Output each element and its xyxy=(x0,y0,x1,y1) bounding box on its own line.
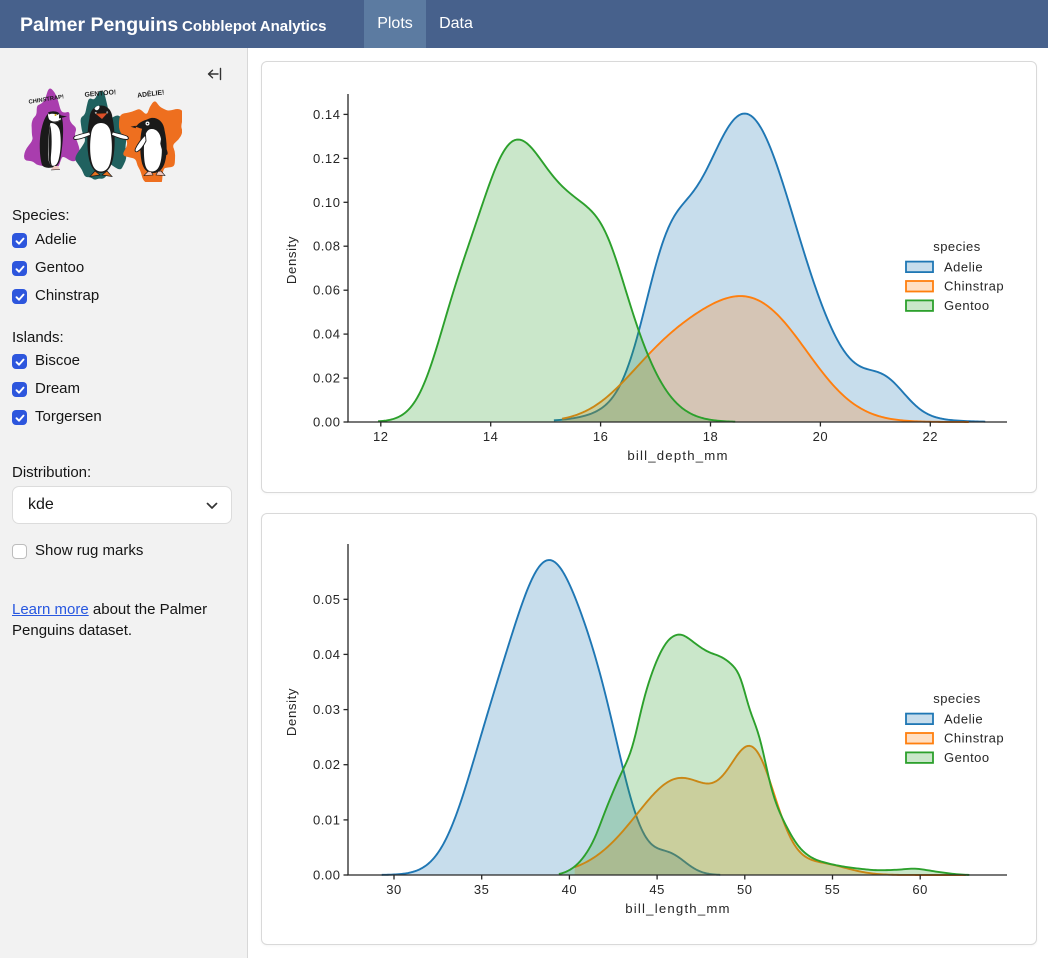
svg-text:0.10: 0.10 xyxy=(313,195,341,210)
svg-text:0.02: 0.02 xyxy=(313,371,341,386)
svg-text:0.08: 0.08 xyxy=(313,239,341,254)
svg-text:20: 20 xyxy=(813,429,829,444)
svg-text:0.01: 0.01 xyxy=(313,812,341,827)
svg-text:30: 30 xyxy=(386,882,402,897)
svg-text:Density: Density xyxy=(284,236,299,284)
svg-text:bill_depth_mm: bill_depth_mm xyxy=(627,448,728,463)
svg-text:Chinstrap: Chinstrap xyxy=(944,279,1004,294)
svg-text:Chinstrap: Chinstrap xyxy=(944,731,1004,746)
svg-text:species: species xyxy=(933,691,981,706)
svg-text:0.12: 0.12 xyxy=(313,151,341,166)
svg-text:14: 14 xyxy=(483,429,499,444)
svg-text:Adelie: Adelie xyxy=(944,711,983,726)
svg-text:0.02: 0.02 xyxy=(313,757,341,772)
svg-text:Gentoo: Gentoo xyxy=(944,298,990,313)
svg-text:species: species xyxy=(933,239,981,254)
svg-text:bill_length_mm: bill_length_mm xyxy=(625,901,731,916)
svg-text:0.06: 0.06 xyxy=(313,283,341,298)
svg-text:Gentoo: Gentoo xyxy=(944,750,990,765)
svg-text:45: 45 xyxy=(649,882,665,897)
svg-text:18: 18 xyxy=(703,429,719,444)
svg-text:60: 60 xyxy=(912,882,928,897)
svg-text:35: 35 xyxy=(474,882,490,897)
svg-text:0.14: 0.14 xyxy=(313,107,341,122)
svg-text:50: 50 xyxy=(737,882,753,897)
svg-text:0.03: 0.03 xyxy=(313,702,341,717)
svg-text:0.04: 0.04 xyxy=(313,327,341,342)
svg-text:16: 16 xyxy=(593,429,609,444)
svg-text:ADĒLIE!: ADĒLIE! xyxy=(137,88,165,99)
svg-text:Adelie: Adelie xyxy=(944,259,983,274)
svg-text:0.00: 0.00 xyxy=(313,415,341,430)
svg-text:12: 12 xyxy=(373,429,389,444)
svg-text:0.05: 0.05 xyxy=(313,592,341,607)
svg-text:0.04: 0.04 xyxy=(313,647,341,662)
svg-text:22: 22 xyxy=(923,429,939,444)
svg-text:Density: Density xyxy=(284,688,299,736)
svg-text:40: 40 xyxy=(562,882,578,897)
svg-text:55: 55 xyxy=(825,882,841,897)
svg-text:GENTOO!: GENTOO! xyxy=(84,89,116,99)
svg-text:0.00: 0.00 xyxy=(313,868,341,883)
